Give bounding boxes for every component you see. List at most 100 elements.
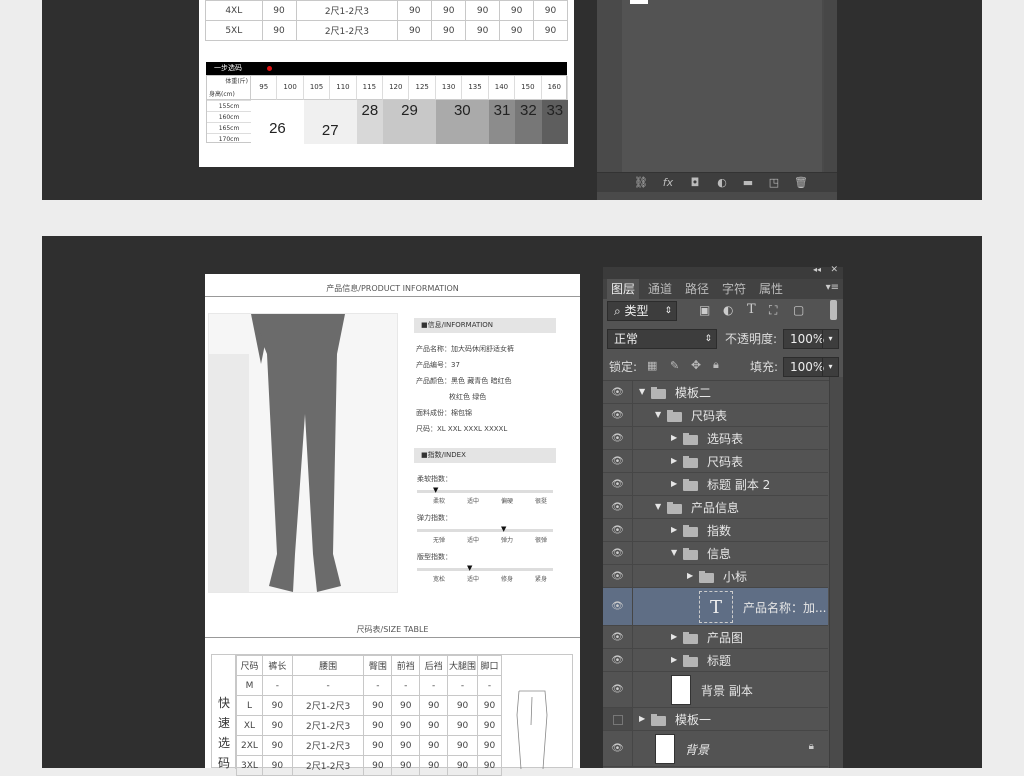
index-track[interactable] [417,568,553,571]
table-cell: 90 [431,20,467,41]
collapsed-arrow-icon[interactable]: ▶ [671,433,677,442]
filter-kind-select[interactable]: ⌕ 类型 ⇕ [607,301,677,321]
eye-icon[interactable]: 👁 [603,404,633,426]
new-layer-icon[interactable]: ◳ [767,176,781,190]
opacity-input[interactable]: 100% ▾ [783,329,839,349]
index-marker-icon[interactable]: ▼ [467,564,472,572]
layer-row[interactable]: 👁 ▶ 指数 [603,519,828,542]
layer-name: 产品信息 [691,501,740,515]
layer-row[interactable]: 👁 背景 副本 [603,672,828,708]
expanded-arrow-icon[interactable]: ▼ [655,410,661,419]
eye-icon[interactable]: 👁 [603,496,633,518]
collapsed-arrow-icon[interactable]: ▶ [671,479,677,488]
expanded-arrow-icon[interactable]: ▼ [639,387,645,396]
eye-icon[interactable]: 👁 [603,473,633,495]
eye-icon[interactable]: 👁 [603,427,633,449]
collapsed-arrow-icon[interactable]: ▶ [671,525,677,534]
weight-header-cell: 140 [488,76,516,100]
divider [205,637,580,638]
collapsed-arrow-icon[interactable]: ▶ [671,655,677,664]
tab-0[interactable]: 图层 [607,279,640,299]
layer-row[interactable]: 👁 ▼ 产品信息 [603,496,828,519]
layer-row[interactable]: 👁 ▶ 标题 [603,649,828,672]
collapsed-arrow-icon[interactable]: ▶ [639,714,645,723]
lock-pixels-icon[interactable]: ✎ [670,359,679,372]
layer-row[interactable]: 👁 T 产品名称：加... [603,588,828,626]
table-cell: XL [236,715,263,736]
top-layers-panel: ⛓ fx ◘ ◐ ▬ ◳ 🗑 [597,0,837,200]
table-cell: 90 [419,715,449,736]
weight-header-cell: 125 [409,76,436,100]
eye-icon[interactable]: 👁 [603,588,633,625]
eye-icon[interactable]: 👁 [603,626,633,648]
eye-icon[interactable]: 👁 [603,672,633,707]
smart-object-filter-icon[interactable]: ▢ [793,303,804,317]
mask-icon[interactable]: ◘ [688,176,702,190]
layer-row[interactable]: 👁 ▼ 信息 [603,542,828,565]
image-filter-icon[interactable]: ▣ [699,303,710,317]
table-row: XL 90 2尺1-2尺3 90 90 90 90 90 [236,715,502,736]
trash-icon[interactable]: 🗑 [794,176,808,190]
table-cell: 90 [447,755,478,776]
top-scrollbar[interactable] [824,0,837,172]
index-track[interactable] [417,529,553,532]
tab-1[interactable]: 通道 [644,279,676,299]
link-icon[interactable]: ⛓ [634,176,648,190]
layer-row[interactable]: 👁 ▼ 尺码表 [603,404,828,427]
eye-icon[interactable]: 👁 [603,381,633,403]
collapsed-arrow-icon[interactable]: ▶ [671,456,677,465]
layer-name: 指数 [707,524,732,538]
index-marker-icon[interactable]: ▼ [433,486,438,494]
panel-menu-icon[interactable]: ▾≡ [826,282,839,293]
empty-checkbox-icon[interactable] [613,714,623,725]
table-cell: 90 [397,20,433,41]
tab-3[interactable]: 字符 [718,279,750,299]
layer-row[interactable]: 👁 ▶ 选码表 [603,427,828,450]
eye-icon[interactable]: 👁 [603,565,633,587]
blend-mode-select[interactable]: 正常 ⇕ [607,329,717,349]
layer-name: 产品图 [707,631,744,645]
layer-row[interactable]: 👁 ▶ 标题 副本 2 [603,473,828,496]
folder-icon [651,714,666,726]
adjustment-filter-icon[interactable]: ◐ [723,303,733,317]
layer-row[interactable]: 👁 ▶ 小标 [603,565,828,588]
type-filter-icon[interactable]: T [747,302,756,317]
eye-icon[interactable]: 👁 [603,519,633,541]
layer-list-scrollbar[interactable] [829,377,843,768]
eye-icon[interactable]: 👁 [603,450,633,472]
layer-row[interactable]: 👁 ▶ 产品图 [603,626,828,649]
eye-icon[interactable]: 👁 [603,649,633,671]
table-header-cell: 后裆 [419,655,449,676]
tab-4[interactable]: 属性 [755,279,787,299]
index-marker-icon[interactable]: ▼ [501,525,506,533]
table-cell: 90 [533,20,568,41]
collapsed-arrow-icon[interactable]: ▶ [671,632,677,641]
new-group-icon[interactable]: ▬ [741,176,755,190]
fx-icon[interactable]: fx [661,176,675,190]
expanded-arrow-icon[interactable]: ▼ [671,548,677,557]
layer-row[interactable]: 👁 背景 🔒︎ [603,731,828,767]
fill-input[interactable]: 100% ▾ [783,357,839,377]
filter-toggle[interactable] [830,300,837,320]
table-row: 4XL 90 2尺1-2尺3 90 90 90 90 90 [205,0,568,21]
table-cell: 90 [477,695,502,716]
side-label-char: 快 [218,696,231,710]
tab-2[interactable]: 路径 [681,279,713,299]
eye-icon[interactable]: 👁 [603,542,633,564]
shape-filter-icon[interactable]: ⛶ [769,303,777,318]
collapsed-arrow-icon[interactable]: ▶ [687,571,693,580]
lock-position-icon[interactable]: ✥ [691,358,701,372]
layer-row[interactable]: ▶ 模板一 [603,708,828,731]
adjustment-icon[interactable]: ◐ [715,176,729,190]
lock-transparent-icon[interactable]: ▦ [647,359,657,372]
table-cell: 90 [261,755,293,776]
close-icon[interactable]: ✕ [830,265,838,275]
collapse-icon[interactable]: ◂◂ [813,265,821,274]
eye-icon[interactable]: 👁 [603,731,633,766]
lock-all-icon[interactable]: 🔒︎ [713,358,719,372]
weight-header-cell: 130 [435,76,463,100]
layer-row[interactable]: 👁 ▼ 模板二 [603,381,828,404]
visibility-off-icon[interactable] [603,708,633,730]
layer-row[interactable]: 👁 ▶ 尺码表 [603,450,828,473]
expanded-arrow-icon[interactable]: ▼ [655,502,661,511]
